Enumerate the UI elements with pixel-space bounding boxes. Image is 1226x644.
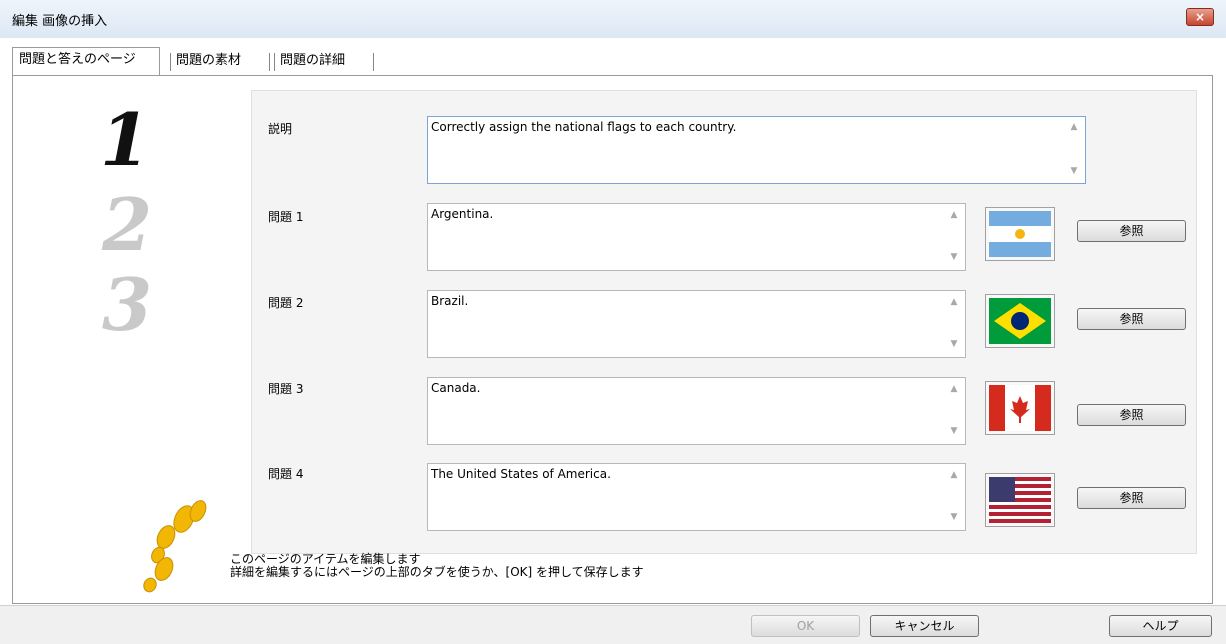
close-button[interactable]: × [1186, 8, 1214, 26]
tab-question-answer-page[interactable]: 問題と答えのページ [12, 47, 160, 75]
scroll-up-icon[interactable]: ▲ [946, 210, 962, 220]
usa-flag-icon[interactable] [985, 473, 1055, 527]
tab-question-materials[interactable]: 問題の素材 [170, 49, 270, 75]
step-number-1: 1 [100, 97, 151, 182]
tab-question-details[interactable]: 問題の詳細 [274, 49, 374, 75]
argentina-flag-icon[interactable] [985, 207, 1055, 261]
question-3-label: 問題 3 [268, 382, 304, 396]
question-1-value: Argentina. [431, 207, 494, 221]
scroll-down-icon[interactable]: ▼ [1066, 166, 1082, 176]
step-number-2: 2 [102, 182, 153, 267]
question-2-input[interactable]: Brazil. [427, 290, 966, 358]
hint-line-2: 詳細を編集するにはページの上部のタブを使うか、[OK] を押して保存します [230, 565, 644, 579]
browse-button-4[interactable]: 参照 [1077, 487, 1186, 509]
brazil-flag-icon[interactable] [985, 294, 1055, 348]
insert-image-dialog: 編集 画像の挿入 × 問題と答えのページ 問題の素材 問題の詳細 1 2 3 説… [0, 0, 1226, 644]
scroll-up-icon[interactable]: ▲ [1066, 122, 1082, 132]
scroll-down-icon[interactable]: ▼ [946, 339, 962, 349]
description-value: Correctly assign the national flags to e… [431, 120, 737, 134]
question-4-input[interactable]: The United States of America. [427, 463, 966, 531]
step-number-3: 3 [102, 262, 153, 347]
footprints-icon [136, 497, 212, 596]
title-bar[interactable]: 編集 画像の挿入 × [0, 0, 1226, 38]
help-button[interactable]: ヘルプ [1109, 615, 1212, 637]
browse-button-1[interactable]: 参照 [1077, 220, 1186, 242]
scroll-up-icon[interactable]: ▲ [946, 470, 962, 480]
question-2-label: 問題 2 [268, 296, 304, 310]
ok-button[interactable]: OK [751, 615, 860, 637]
window-title: 編集 画像の挿入 [12, 14, 108, 29]
question-4-value: The United States of America. [431, 467, 611, 481]
question-2-value: Brazil. [431, 294, 469, 308]
browse-button-2[interactable]: 参照 [1077, 308, 1186, 330]
scroll-up-icon[interactable]: ▲ [946, 297, 962, 307]
scroll-down-icon[interactable]: ▼ [946, 512, 962, 522]
cancel-button[interactable]: キャンセル [870, 615, 979, 637]
question-3-value: Canada. [431, 381, 481, 395]
question-4-label: 問題 4 [268, 467, 304, 481]
scroll-down-icon[interactable]: ▼ [946, 426, 962, 436]
description-input[interactable]: Correctly assign the national flags to e… [427, 116, 1086, 184]
side-illustration: 1 2 3 [40, 92, 213, 593]
browse-button-3[interactable]: 参照 [1077, 404, 1186, 426]
question-1-label: 問題 1 [268, 210, 304, 224]
button-bar: OK キャンセル ヘルプ [0, 605, 1226, 644]
scroll-up-icon[interactable]: ▲ [946, 384, 962, 394]
description-label: 説明 [268, 122, 293, 136]
canada-flag-icon[interactable] [985, 381, 1055, 435]
question-1-input[interactable]: Argentina. [427, 203, 966, 271]
hint-text: このページのアイテムを編集します 詳細を編集するにはページの上部のタブを使うか、… [230, 553, 644, 579]
scroll-down-icon[interactable]: ▼ [946, 252, 962, 262]
question-3-input[interactable]: Canada. [427, 377, 966, 445]
